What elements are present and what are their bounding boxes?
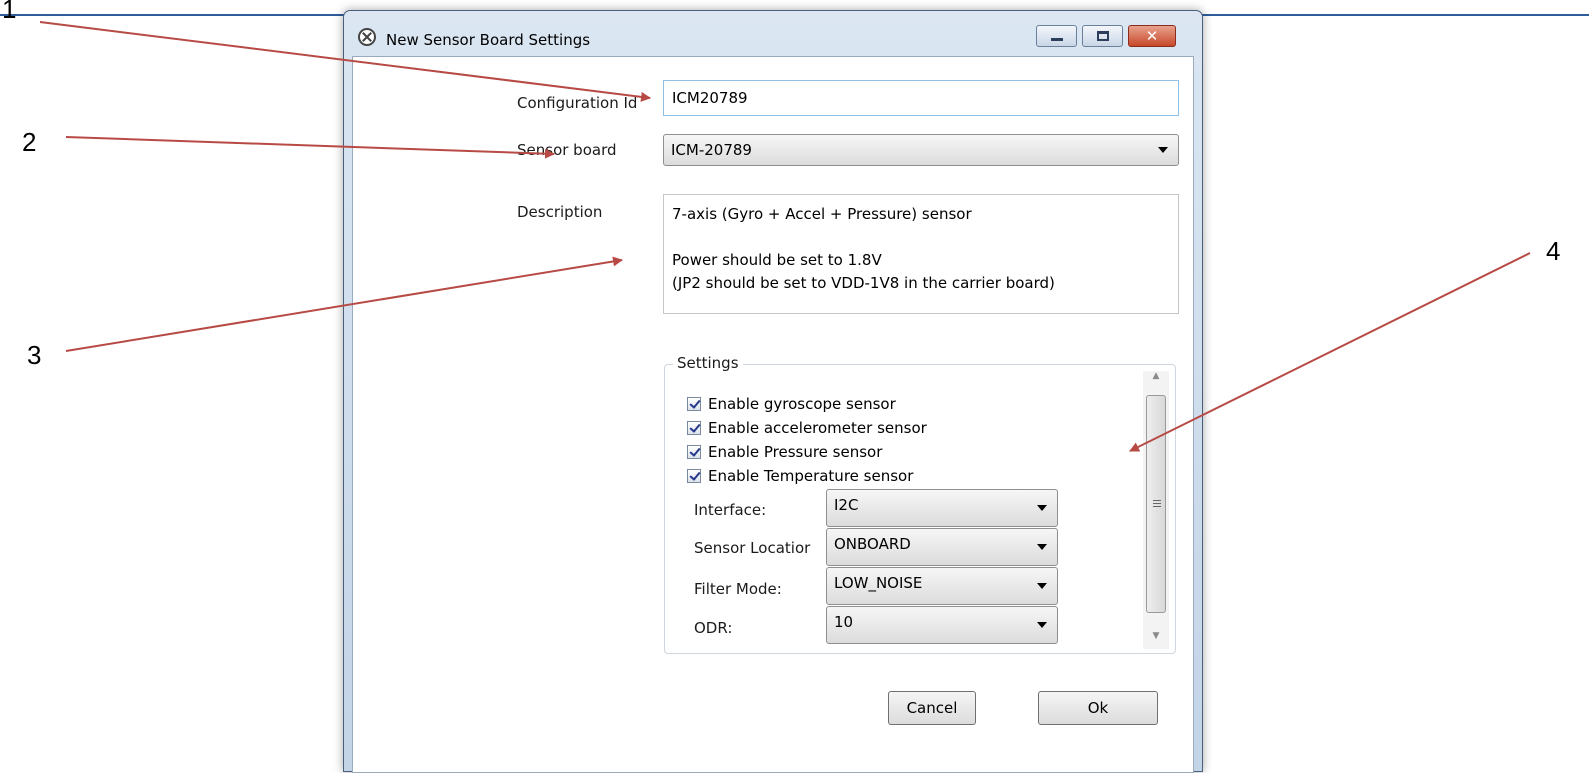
settings-group: Settings Enable gyroscope sensor Enable … <box>664 354 1176 654</box>
chevron-down-icon <box>1158 147 1168 153</box>
sensor-board-value: ICM-20789 <box>671 141 752 159</box>
scrollbar-thumb[interactable] <box>1146 395 1166 613</box>
odr-dropdown[interactable]: 10 <box>826 606 1058 644</box>
description-box[interactable]: 7-axis (Gyro + Accel + Pressure) sensor … <box>663 194 1179 314</box>
filter-mode-label: Filter Mode: <box>694 580 782 598</box>
callout-4: 4 <box>1546 236 1561 266</box>
chevron-down-icon <box>1037 544 1047 550</box>
close-icon: ✕ <box>1145 27 1159 45</box>
checkbox-label: Enable gyroscope sensor <box>708 395 896 413</box>
minimize-button[interactable] <box>1036 25 1077 47</box>
checkbox-label: Enable Pressure sensor <box>708 443 883 461</box>
description-line: 7-axis (Gyro + Accel + Pressure) sensor <box>672 205 972 223</box>
checkbox-checked-icon <box>687 469 701 483</box>
dialog-title: New Sensor Board Settings <box>386 31 591 49</box>
minimize-icon <box>1051 38 1063 41</box>
description-label: Description <box>517 203 603 221</box>
dialog-content: Configuration Id Sensor board ICM-20789 … <box>352 56 1194 773</box>
odr-label: ODR: <box>694 619 733 637</box>
checkbox-checked-icon <box>687 421 701 435</box>
configuration-id-label: Configuration Id <box>517 94 638 112</box>
sensor-board-dropdown[interactable]: ICM-20789 <box>663 134 1179 166</box>
chevron-down-icon <box>1037 583 1047 589</box>
scroll-up-icon[interactable]: ▲ <box>1143 371 1169 389</box>
settings-scrollbar[interactable]: ▲ ▼ <box>1143 371 1169 649</box>
maximize-icon <box>1097 31 1109 41</box>
checkbox-label: Enable accelerometer sensor <box>708 419 927 437</box>
sensor-location-value: ONBOARD <box>834 535 911 553</box>
configuration-id-input[interactable] <box>663 80 1179 116</box>
ok-button[interactable]: Ok <box>1038 691 1158 725</box>
filter-mode-dropdown[interactable]: LOW_NOISE <box>826 567 1058 605</box>
callout-2: 2 <box>22 127 37 157</box>
odr-value: 10 <box>834 613 854 631</box>
cancel-button[interactable]: Cancel <box>888 691 976 725</box>
filter-mode-value: LOW_NOISE <box>834 574 923 592</box>
description-line: Power should be set to 1.8V <box>672 251 882 269</box>
checkbox-checked-icon <box>687 445 701 459</box>
interface-label: Interface: <box>694 501 767 519</box>
settings-group-title: Settings <box>673 354 743 372</box>
scroll-down-icon[interactable]: ▼ <box>1143 631 1169 649</box>
checkbox-checked-icon <box>687 397 701 411</box>
callout-1: 1 <box>2 0 17 24</box>
maximize-button[interactable] <box>1082 25 1123 47</box>
interface-value: I2C <box>834 496 859 514</box>
sensor-board-label: Sensor board <box>517 141 617 159</box>
sensor-board-settings-dialog: New Sensor Board Settings ✕ Configuratio… <box>343 10 1203 773</box>
chevron-down-icon <box>1037 505 1047 511</box>
app-icon <box>358 28 376 46</box>
callout-3: 3 <box>27 340 42 370</box>
description-line: (JP2 should be set to VDD-1V8 in the car… <box>672 274 1055 292</box>
checkbox-label: Enable Temperature sensor <box>708 467 914 485</box>
chevron-down-icon <box>1037 622 1047 628</box>
sensor-location-label: Sensor Locatior <box>694 539 811 557</box>
interface-dropdown[interactable]: I2C <box>826 489 1058 527</box>
close-button[interactable]: ✕ <box>1128 25 1176 47</box>
sensor-location-dropdown[interactable]: ONBOARD <box>826 528 1058 566</box>
grip-icon <box>1153 500 1161 507</box>
